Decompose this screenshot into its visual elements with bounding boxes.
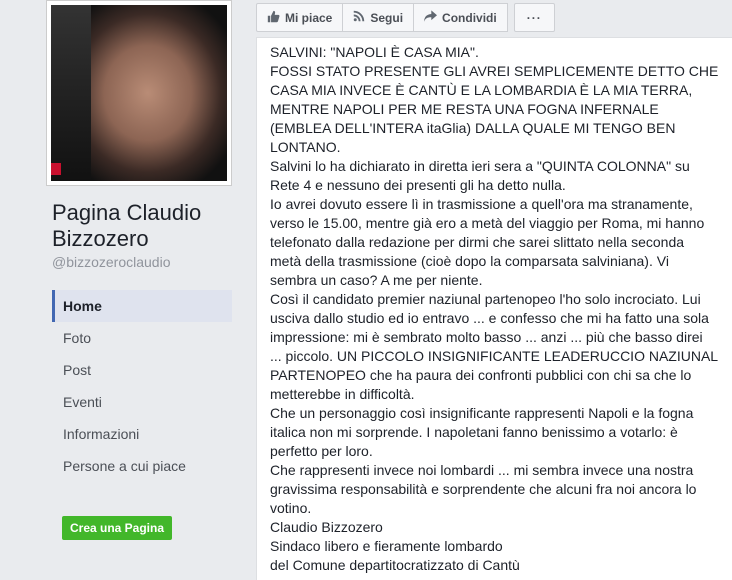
page-handle[interactable]: @bizzozeroclaudio [52, 254, 171, 270]
nav-item-post[interactable]: Post [52, 361, 232, 379]
like-label: Mi piace [285, 10, 333, 25]
profile-photo[interactable] [51, 5, 227, 181]
more-options-button[interactable]: ··· [513, 3, 555, 32]
photo-background [51, 5, 91, 181]
page-title[interactable]: Pagina Claudio Bizzozero [52, 200, 232, 252]
nav-item-home[interactable]: Home [52, 290, 232, 322]
nav-item-foto[interactable]: Foto [52, 329, 232, 347]
post-card: SALVINI: "NAPOLI È CASA MIA". FOSSI STAT… [256, 37, 732, 580]
profile-photo-frame[interactable] [46, 0, 232, 186]
page-nav: Home Foto Post Eventi Informazioni Perso… [52, 290, 232, 493]
like-button[interactable]: Mi piace [256, 3, 344, 32]
nav-item-eventi[interactable]: Eventi [52, 393, 232, 411]
share-button[interactable]: Condividi [413, 3, 508, 32]
create-page-button[interactable]: Crea una Pagina [62, 516, 172, 540]
follow-button[interactable]: Segui [342, 3, 415, 32]
thumbs-up-icon [267, 10, 280, 26]
share-label: Condividi [442, 10, 497, 25]
rss-icon [353, 10, 365, 25]
post-body-text: SALVINI: "NAPOLI È CASA MIA". FOSSI STAT… [270, 44, 719, 573]
page-action-bar: Mi piace Segui Condividi ··· [256, 3, 555, 32]
photo-tv-logo [51, 163, 61, 175]
more-dots-icon: ··· [526, 10, 542, 25]
share-arrow-icon [424, 10, 438, 25]
follow-label: Segui [370, 10, 404, 25]
nav-item-informazioni[interactable]: Informazioni [52, 425, 232, 443]
nav-item-persone-a-cui-piace[interactable]: Persone a cui piace [52, 457, 232, 493]
